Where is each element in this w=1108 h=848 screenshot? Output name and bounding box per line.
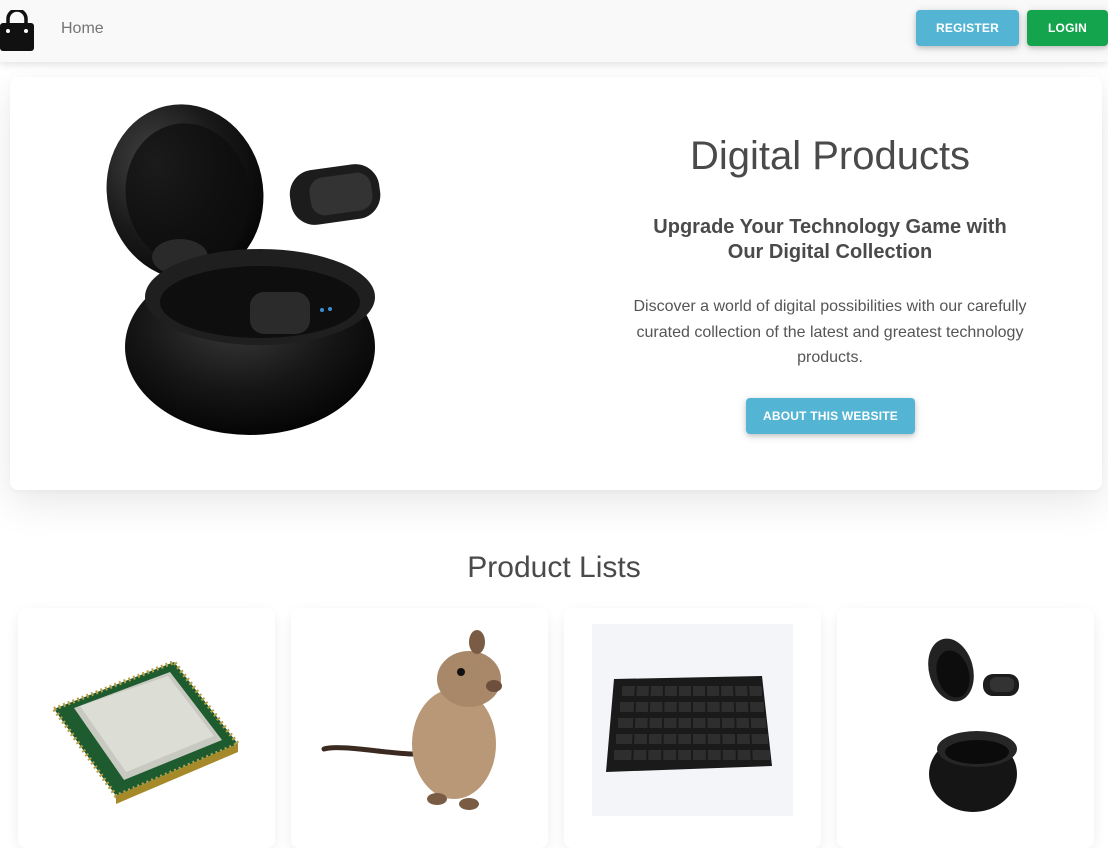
register-button[interactable]: REGISTER — [916, 10, 1019, 46]
hero-section: Digital Products Upgrade Your Technology… — [10, 77, 1102, 490]
product-card-keyboard[interactable] — [564, 608, 821, 848]
product-card-gerbil[interactable] — [291, 608, 548, 848]
login-button[interactable]: LOGIN — [1027, 10, 1108, 46]
product-card-cpu[interactable] — [18, 608, 275, 848]
mechanical-keyboard-image — [592, 624, 793, 816]
product-lists-title: Product Lists — [467, 551, 641, 584]
hero-subtitle: Upgrade Your Technology Game with Our Di… — [653, 216, 1007, 263]
hero-description: Discover a world of digital possibilitie… — [633, 298, 1027, 366]
hero-title: Digital Products — [689, 134, 971, 178]
product-card-earbuds[interactable] — [837, 608, 1094, 848]
navbar: Home REGISTER LOGIN — [0, 0, 1108, 62]
about-website-button[interactable]: ABOUT THIS WEBSITE — [746, 398, 915, 434]
nav-link-home[interactable]: Home — [61, 20, 104, 38]
wireless-earbuds-image — [928, 638, 1019, 812]
hero-text: Digital Products Upgrade Your Technology… — [620, 127, 1040, 371]
gerbil-mouse-image — [321, 630, 502, 810]
wireless-earbuds-image — [106, 104, 381, 435]
shopping-bag-icon[interactable] — [0, 10, 34, 52]
cpu-processor-image — [50, 659, 242, 804]
